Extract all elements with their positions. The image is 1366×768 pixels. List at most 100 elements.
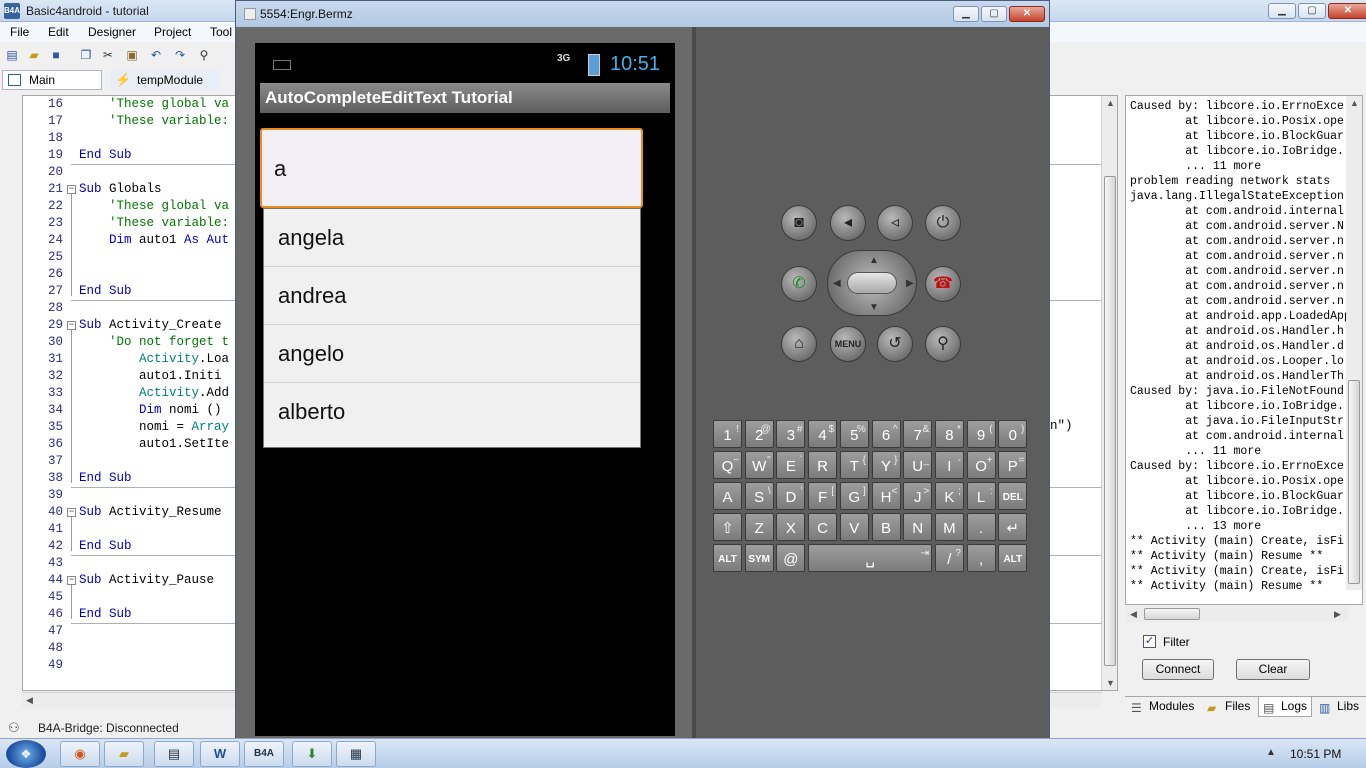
keyboard-key[interactable]: J > [903, 482, 933, 510]
keyboard-key[interactable]: 4 $ [808, 420, 838, 448]
menu-file[interactable]: File [10, 25, 29, 39]
keyboard-key[interactable]: K; [934, 482, 964, 510]
dpad[interactable]: ▲ ▼ ◀ ▶ [827, 250, 917, 316]
cut-icon[interactable]: ✂ [100, 47, 116, 63]
volume-down-icon[interactable]: ◂ [830, 205, 866, 241]
dpad-up-icon[interactable]: ▲ [869, 255, 879, 266]
keyboard-key[interactable]: B [871, 513, 901, 541]
dpad-right-icon[interactable]: ▶ [906, 278, 914, 289]
keyboard-key[interactable]: Z [744, 513, 774, 541]
editor-vscroll-thumb[interactable] [1104, 176, 1116, 666]
emulator-minimize-button[interactable]: ▁ [953, 6, 979, 22]
filter-checkbox-row[interactable]: ✓ Filter [1143, 635, 1293, 651]
calculator-icon[interactable]: ▦ [336, 741, 376, 767]
keyboard-key[interactable]: 6 ^ [871, 420, 901, 448]
keyboard-key[interactable]: C [808, 513, 838, 541]
suggestion-item[interactable]: angelo [264, 325, 640, 383]
keyboard-key[interactable]: N [903, 513, 933, 541]
logs-vertical-scrollbar[interactable]: ▲ [1346, 96, 1362, 590]
back-icon[interactable]: ↺ [877, 326, 913, 362]
close-button[interactable]: ✕ [1328, 3, 1366, 19]
keyboard-key[interactable]: ↵ [998, 513, 1028, 541]
keyboard-key[interactable]: T{ [839, 451, 869, 479]
menu-project[interactable]: Project [154, 25, 191, 39]
keyboard-key[interactable]: G] [839, 482, 869, 510]
explorer-icon[interactable]: ▰ [104, 741, 144, 767]
logs-horizontal-scrollbar[interactable]: ◀ ▶ [1126, 606, 1348, 622]
tab-libs[interactable]: ▥ Libs [1315, 697, 1365, 717]
fold-toggle-icon[interactable]: − [67, 185, 76, 194]
logs-scroll-up-icon[interactable]: ▲ [1350, 98, 1359, 108]
keyboard-key[interactable]: 5% [839, 420, 869, 448]
logs-vscroll-thumb[interactable] [1348, 380, 1360, 584]
scroll-up-icon[interactable]: ▲ [1106, 98, 1115, 108]
keyboard-key[interactable]: P = [998, 451, 1028, 479]
menu-button[interactable]: MENU [830, 326, 866, 362]
tray-expand-icon[interactable]: ▲ [1266, 747, 1276, 758]
scroll-down-icon[interactable]: ▼ [1106, 678, 1115, 688]
dpad-center-button[interactable] [847, 272, 897, 294]
keyboard-key[interactable]: @ [776, 544, 806, 572]
keyboard-key[interactable]: /? [934, 544, 964, 572]
keyboard-key[interactable]: L: [966, 482, 996, 510]
phone-screen[interactable]: 3G 10:51 AutoCompleteEditText Tutorial a… [255, 43, 675, 736]
filter-checkbox[interactable]: ✓ [1143, 635, 1156, 648]
keyboard-key[interactable]: 8 * [934, 420, 964, 448]
fold-toggle-icon[interactable]: − [67, 508, 76, 517]
power-icon[interactable]: ⏻ [925, 205, 961, 241]
tab-tempmodule[interactable]: ⚡ tempModule [110, 70, 220, 90]
tab-logs[interactable]: ▤ Logs [1258, 697, 1312, 717]
home-icon[interactable]: ⌂ [781, 326, 817, 362]
menu-tools[interactable]: Tool [210, 25, 232, 39]
installer-icon[interactable]: ⬇ [292, 741, 332, 767]
connect-button[interactable]: Connect [1142, 659, 1214, 680]
keyboard-key[interactable]: H < [871, 482, 901, 510]
keyboard-key[interactable]: Y} [871, 451, 901, 479]
tab-main[interactable]: Main [2, 70, 102, 90]
keyboard-key[interactable]: S \ [744, 482, 774, 510]
menu-designer[interactable]: Designer [88, 25, 136, 39]
logs-scroll-right-icon[interactable]: ▶ [1334, 609, 1341, 620]
copy-icon[interactable]: ❐ [78, 47, 94, 63]
end-call-icon[interactable]: ☎ [925, 266, 961, 302]
search-icon[interactable]: ⚲ [925, 326, 961, 362]
keyboard-key[interactable]: R [808, 451, 838, 479]
call-icon[interactable]: ✆ [781, 266, 817, 302]
save-icon[interactable]: ■ [48, 47, 64, 63]
keyboard-key[interactable]: Q ~ [713, 451, 742, 479]
suggestion-item[interactable]: angela [264, 209, 640, 267]
minimize-button[interactable]: ▁ [1268, 3, 1296, 19]
logs-scroll-left-icon[interactable]: ◀ [1130, 609, 1137, 620]
keyboard-key[interactable]: I- [934, 451, 964, 479]
notepad-icon[interactable]: ▤ [154, 741, 194, 767]
undo-icon[interactable]: ↶ [148, 47, 164, 63]
editor-vertical-scrollbar[interactable]: ▲ ▼ [1101, 96, 1117, 690]
fold-toggle-icon[interactable]: − [67, 576, 76, 585]
emulator-close-button[interactable]: ✕ [1009, 6, 1045, 22]
keyboard-key[interactable]: DEL [998, 482, 1028, 510]
keyboard-key[interactable]: ⇧ [713, 513, 742, 541]
keyboard-key[interactable]: D ' [776, 482, 806, 510]
keyboard-key[interactable]: , [966, 544, 996, 572]
keyboard-key[interactable]: U _ [903, 451, 933, 479]
volume-up-icon[interactable]: ◃ [877, 205, 913, 241]
keyboard-key[interactable]: 2 @ [744, 420, 774, 448]
find-icon[interactable]: ⚲ [196, 47, 212, 63]
start-button[interactable]: ❖ [6, 740, 46, 768]
new-file-icon[interactable]: ▤ [4, 47, 20, 63]
keyboard-key[interactable]: 0) [998, 420, 1028, 448]
keyboard-key[interactable]: ALT [713, 544, 742, 572]
maximize-button[interactable]: ▢ [1298, 3, 1326, 19]
suggestion-item[interactable]: andrea [264, 267, 640, 325]
fold-toggle-icon[interactable]: − [67, 321, 76, 330]
menu-edit[interactable]: Edit [48, 25, 69, 39]
keyboard-key[interactable]: ALT [998, 544, 1028, 572]
keyboard-key[interactable]: 3 # [776, 420, 806, 448]
dpad-left-icon[interactable]: ◀ [833, 278, 841, 289]
keyboard-key[interactable]: 9( [966, 420, 996, 448]
keyboard-key[interactable]: V [839, 513, 869, 541]
keyboard-key[interactable]: . [966, 513, 996, 541]
scroll-left-icon[interactable]: ◀ [26, 695, 33, 706]
suggestion-item[interactable]: alberto [264, 383, 640, 441]
emulator-maximize-button[interactable]: ▢ [981, 6, 1007, 22]
